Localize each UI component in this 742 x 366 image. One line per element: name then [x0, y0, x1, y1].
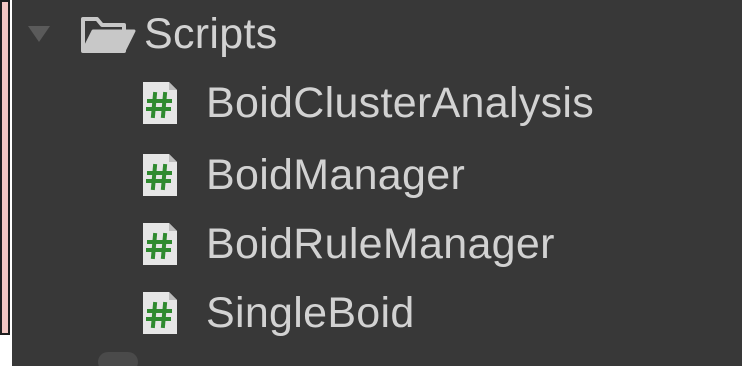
script-label: BoidClusterAnalysis	[206, 78, 595, 127]
tree-item-script[interactable]: BoidClusterAnalysis	[140, 72, 594, 134]
project-tree-panel: Scripts BoidClusterAnalysis BoidManager …	[12, 0, 742, 366]
tree-item-script[interactable]: BoidManager	[140, 144, 465, 206]
clipped-next-row-icon	[98, 352, 138, 366]
script-label: SingleBoid	[206, 288, 415, 337]
screenshot-stage: Scripts BoidClusterAnalysis BoidManager …	[0, 0, 742, 366]
csharp-script-icon	[140, 151, 180, 199]
csharp-script-icon	[140, 79, 180, 127]
folder-label: Scripts	[144, 9, 278, 58]
folder-open-icon	[80, 12, 136, 56]
triangle-down-icon[interactable]	[22, 17, 56, 51]
csharp-script-icon	[140, 220, 180, 268]
script-label: BoidManager	[206, 150, 466, 199]
script-label: BoidRuleManager	[206, 219, 555, 268]
tree-item-script[interactable]: BoidRuleManager	[140, 213, 555, 275]
tree-folder-scripts[interactable]: Scripts	[22, 3, 278, 65]
csharp-script-icon	[140, 289, 180, 337]
adjacent-panel-edge	[0, 0, 10, 335]
tree-item-script[interactable]: SingleBoid	[140, 282, 415, 344]
